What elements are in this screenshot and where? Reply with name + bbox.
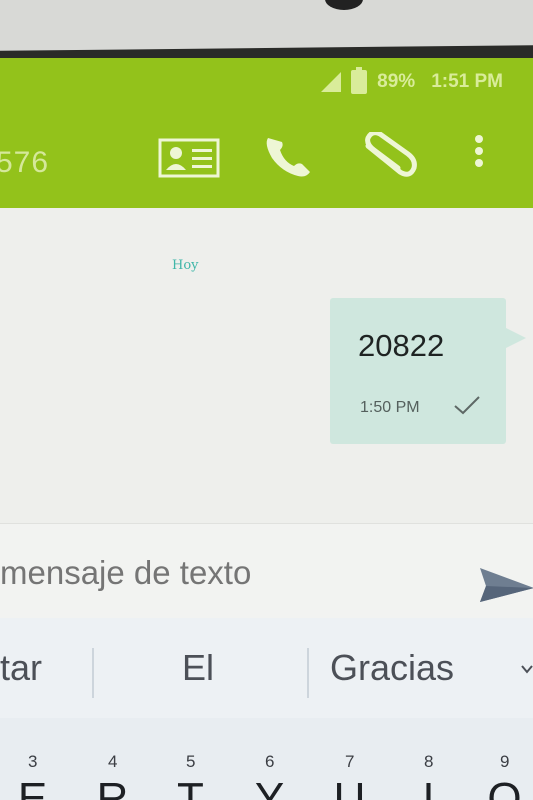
contact-card-icon[interactable] (158, 138, 220, 178)
more-vert-icon[interactable] (472, 134, 486, 170)
conversation-area[interactable]: Hoy 20822 1:50 PM (0, 208, 533, 523)
key-u[interactable]: 7 U (327, 752, 372, 800)
key-letter: T (177, 774, 204, 800)
app-bar: 89% 1:51 PM 576 (0, 58, 533, 208)
key-number: 7 (345, 752, 355, 771)
battery-icon (351, 67, 368, 94)
key-number: 9 (500, 752, 510, 771)
key-r[interactable]: 4 R (90, 752, 135, 800)
sent-check-icon (452, 394, 482, 421)
key-letter: R (96, 774, 129, 800)
suggestion-bar: tar El Gracias (0, 618, 533, 718)
contact-title[interactable]: 576 (0, 146, 49, 180)
key-row: 3 E 4 R 5 T 6 Y 7 U 8 I 9 O (0, 718, 533, 800)
key-letter: O (487, 774, 522, 800)
key-letter: E (17, 774, 48, 800)
key-letter: I (422, 774, 435, 800)
status-time: 1:51 PM (431, 71, 503, 92)
signal-icon (321, 72, 342, 92)
message-time: 1:50 PM (360, 399, 420, 416)
key-letter: Y (254, 774, 285, 800)
key-e[interactable]: 3 E (10, 752, 55, 800)
suggestion-item[interactable]: tar (0, 638, 42, 698)
key-number: 8 (424, 752, 434, 771)
key-o[interactable]: 9 O (482, 752, 527, 800)
battery-percent: 89% (377, 71, 416, 92)
key-number: 3 (28, 752, 38, 771)
suggestion-item[interactable]: Gracias (330, 638, 454, 698)
paperclip-icon[interactable] (360, 132, 420, 180)
key-letter: U (333, 774, 366, 800)
day-separator: Hoy (172, 258, 199, 273)
suggestion-divider (92, 648, 94, 698)
key-y[interactable]: 6 Y (247, 752, 292, 800)
message-bubble[interactable]: 20822 1:50 PM (330, 298, 526, 444)
suggestion-item[interactable]: El (182, 638, 214, 698)
key-i[interactable]: 8 I (406, 752, 451, 800)
keyboard: tar El Gracias 3 E 4 R 5 T 6 Y 7 U 8 I 9… (0, 618, 533, 800)
message-input[interactable] (0, 554, 460, 592)
key-t[interactable]: 5 T (168, 752, 213, 800)
phone-icon[interactable] (262, 132, 316, 180)
key-number: 4 (108, 752, 118, 771)
phone-screen: 89% 1:51 PM 576 Hoy 20822 1:50 PM mensaj… (0, 58, 533, 800)
app-bar-actions (150, 130, 530, 190)
suggestion-divider (307, 648, 309, 698)
key-number: 6 (265, 752, 275, 771)
message-text: 20822 (358, 328, 445, 363)
chevron-down-icon[interactable] (520, 662, 533, 681)
key-number: 5 (186, 752, 196, 771)
device-sensor (325, 0, 363, 10)
status-bar: 89% 1:51 PM (321, 67, 503, 96)
